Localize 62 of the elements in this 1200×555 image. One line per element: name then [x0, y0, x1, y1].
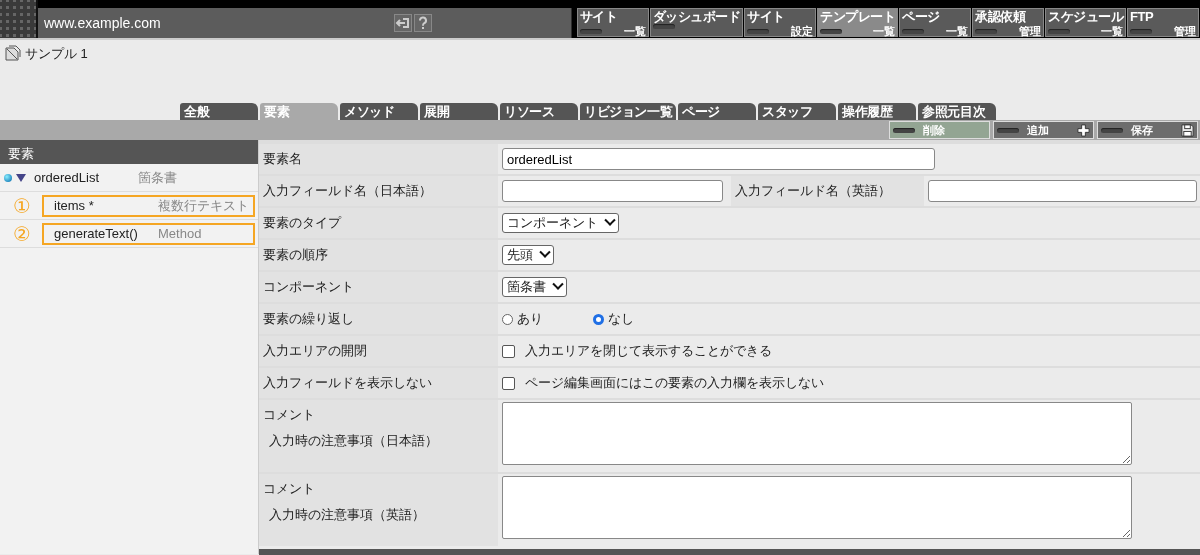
comment-textarea[interactable]	[502, 476, 1132, 539]
page-title: サンプル 1	[25, 45, 88, 63]
field-label: コンポーネント	[259, 272, 498, 302]
option-label: なし	[608, 310, 634, 328]
sidebar-title: 要素	[0, 140, 258, 164]
tree-item[interactable]: generateText() Method	[42, 222, 255, 245]
tab[interactable]: 操作履歴	[838, 103, 917, 120]
dropdown[interactable]: 先頭	[502, 245, 554, 265]
field-label: 入力フィールドを表示しない	[259, 368, 498, 398]
tab[interactable]: スタッフ	[758, 103, 837, 120]
expand-toggle-icon[interactable]	[16, 173, 26, 182]
add-button[interactable]: 追加	[993, 121, 1094, 139]
tree-item[interactable]: items * 複数行テキスト	[42, 194, 255, 217]
radio-button[interactable]	[502, 313, 513, 325]
comment-textarea[interactable]	[502, 402, 1132, 465]
tab[interactable]: 参照元目次	[918, 103, 997, 120]
site-url: www.example.com	[44, 15, 161, 31]
checkbox[interactable]	[502, 344, 515, 358]
field-label: コメント	[263, 480, 316, 498]
field-label: 入力フィールド名（英語）	[731, 176, 924, 206]
tab[interactable]: ページ	[678, 103, 757, 120]
dropdown[interactable]: コンポーネント	[502, 213, 619, 233]
tab[interactable]: 展開	[420, 103, 498, 120]
plus-icon	[1077, 123, 1090, 137]
tree-item[interactable]: orderedList 箇条書	[32, 166, 255, 189]
field-label: 要素の順序	[259, 240, 498, 270]
field-hint: 入力時の注意事項（日本語）	[268, 432, 439, 450]
callout-number: ①	[12, 193, 32, 218]
text-field[interactable]: orderedList	[502, 148, 935, 170]
bullet-icon	[4, 173, 12, 182]
menu-button[interactable]: ダッシュボード	[649, 8, 743, 37]
menu-button[interactable]: スケジュール 一覧	[1045, 8, 1126, 37]
field-label: 入力フィールド名（日本語）	[259, 176, 498, 206]
checkbox[interactable]	[502, 376, 515, 390]
page-icon	[5, 45, 21, 61]
menu-button[interactable]: 承認依頼 管理	[972, 8, 1044, 37]
callout-number: ②	[12, 221, 32, 246]
text-field[interactable]	[502, 180, 723, 202]
tab[interactable]: リソース	[500, 103, 578, 120]
field-label: コメント	[263, 406, 316, 424]
checkbox-label: ページ編集画面にはこの要素の入力欄を表示しない	[525, 374, 824, 392]
help-icon[interactable]	[413, 14, 432, 32]
field-label: 要素の繰り返し	[259, 304, 498, 334]
checkbox-label: 入力エリアを閉じて表示することができる	[525, 342, 772, 360]
menu-button[interactable]: ページ 一覧	[899, 8, 971, 37]
logout-icon[interactable]	[393, 14, 412, 32]
tab[interactable]: リビジョン一覧	[580, 103, 677, 120]
radio-button[interactable]	[593, 313, 604, 325]
option-label: あり	[517, 310, 543, 328]
save-button[interactable]: 保存	[1097, 121, 1198, 139]
menu-button[interactable]: サイト 設定	[744, 8, 816, 37]
field-label: 要素名	[259, 144, 498, 174]
logo-icon[interactable]	[0, 0, 38, 38]
field-label: 要素のタイプ	[259, 208, 498, 238]
menu-button[interactable]: サイト 一覧	[576, 8, 649, 37]
field-hint: 入力時の注意事項（英語）	[268, 506, 426, 524]
menu-button[interactable]: FTP 管理	[1127, 8, 1199, 37]
dropdown[interactable]: 箇条書	[502, 277, 567, 297]
text-field[interactable]	[928, 180, 1197, 202]
tab[interactable]: メソッド	[340, 103, 418, 120]
tab[interactable]: 全般	[180, 103, 258, 120]
field-label: 入力エリアの開閉	[259, 336, 498, 366]
